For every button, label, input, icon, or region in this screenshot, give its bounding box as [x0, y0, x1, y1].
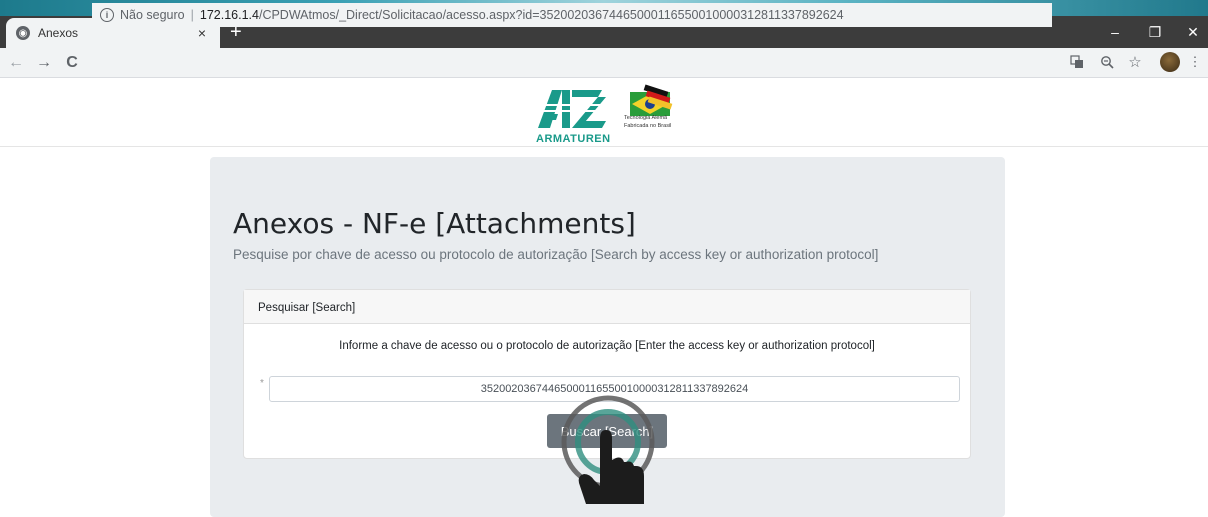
- menu-icon[interactable]: ⋮: [1188, 52, 1202, 72]
- required-marker: *: [260, 378, 264, 389]
- restore-button[interactable]: ❐: [1138, 18, 1172, 46]
- url-path: /CPDWAtmos/_Direct/Solicitacao/acesso.as…: [258, 8, 844, 22]
- search-card-header: Pesquisar [Search]: [244, 290, 970, 324]
- tab-close-icon[interactable]: ×: [194, 25, 210, 41]
- address-bar[interactable]: i Não seguro | 172.16.1.4 /CPDWAtmos/_Di…: [92, 3, 1052, 27]
- zoom-icon[interactable]: [1096, 52, 1118, 72]
- globe-icon: ◉: [16, 26, 30, 40]
- search-panel: Anexos - NF-e [Attachments] Pesquise por…: [210, 157, 1005, 517]
- search-button[interactable]: Buscar [Search]: [547, 414, 667, 448]
- forward-button[interactable]: →: [30, 50, 58, 76]
- info-icon[interactable]: i: [100, 8, 114, 22]
- avatar[interactable]: [1160, 52, 1180, 72]
- reload-button[interactable]: C: [58, 50, 86, 76]
- access-key-input[interactable]: [269, 376, 960, 402]
- brand-tagline-2: Fabricada no Brasil: [624, 123, 672, 129]
- back-button[interactable]: ←: [2, 50, 30, 76]
- page-title: Anexos - NF-e [Attachments]: [233, 207, 636, 240]
- page-lead: Pesquise por chave de acesso ou protocol…: [233, 247, 879, 262]
- minimize-button[interactable]: –: [1098, 18, 1132, 46]
- url-host: 172.16.1.4: [199, 8, 259, 22]
- search-instruction: Informe a chave de acesso ou o protocolo…: [339, 340, 875, 352]
- close-window-button[interactable]: ✕: [1176, 18, 1208, 46]
- brand-name: ARMATUREN: [536, 133, 611, 145]
- search-card: Pesquisar [Search] Informe a chave de ac…: [243, 289, 971, 459]
- brand-tagline-1: Tecnologia Alemã: [624, 115, 668, 121]
- url-separator: |: [190, 8, 194, 22]
- browser-toolbar: ← → C: [0, 48, 1208, 78]
- translate-icon[interactable]: [1066, 52, 1088, 72]
- star-icon[interactable]: ☆: [1124, 52, 1146, 72]
- security-label: Não seguro: [120, 8, 185, 22]
- tab-title: Anexos: [38, 26, 79, 40]
